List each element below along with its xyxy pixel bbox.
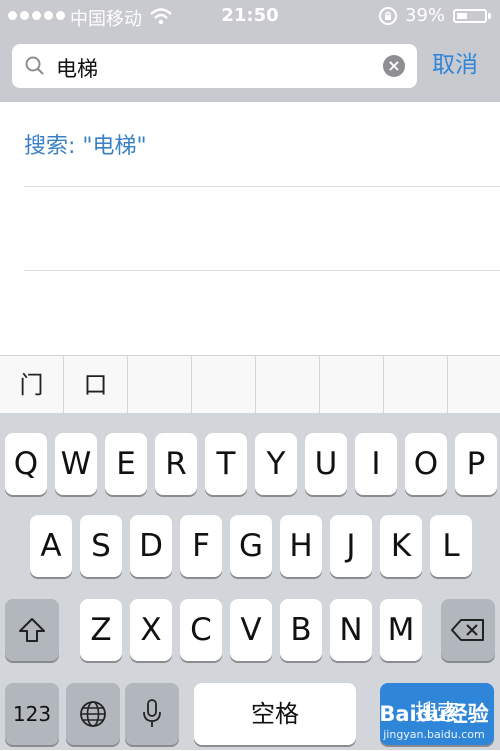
- key-k[interactable]: K: [380, 515, 422, 577]
- candidate-item[interactable]: 口: [64, 356, 128, 414]
- key-m[interactable]: M: [380, 599, 422, 661]
- key-s[interactable]: S: [80, 515, 122, 577]
- key-v[interactable]: V: [230, 599, 272, 661]
- rotation-lock-icon: [378, 6, 398, 31]
- key-a[interactable]: A: [30, 515, 72, 577]
- key-f[interactable]: F: [180, 515, 222, 577]
- key-p[interactable]: P: [455, 433, 497, 495]
- key-c[interactable]: C: [180, 599, 222, 661]
- candidate-slot: [128, 356, 192, 414]
- shift-icon: [19, 618, 45, 642]
- key-i[interactable]: I: [355, 433, 397, 495]
- key-z[interactable]: Z: [80, 599, 122, 661]
- backspace-icon: [451, 619, 484, 641]
- key-x[interactable]: X: [130, 599, 172, 661]
- space-key[interactable]: 空格: [194, 683, 356, 745]
- watermark: Baidu经验 jingyan.baidu.com: [379, 700, 489, 746]
- search-suggestion: 搜索: "电梯": [24, 134, 147, 159]
- search-bar: 电梯 × 取消: [0, 32, 500, 102]
- candidate-slot: [256, 356, 320, 414]
- key-w[interactable]: W: [55, 433, 97, 495]
- list-item[interactable]: 搜索: "电梯": [24, 102, 500, 187]
- key-t[interactable]: T: [205, 433, 247, 495]
- key-d[interactable]: D: [130, 515, 172, 577]
- clear-icon[interactable]: ×: [383, 55, 405, 77]
- key-h[interactable]: H: [280, 515, 322, 577]
- battery-fill: [457, 13, 467, 19]
- microphone-key[interactable]: [125, 683, 179, 745]
- numbers-key[interactable]: 123: [5, 683, 59, 745]
- candidate-item[interactable]: 门: [0, 356, 64, 414]
- candidate-slot: [384, 356, 448, 414]
- search-icon: [24, 55, 46, 81]
- globe-icon: [80, 701, 106, 727]
- status-bar: 中国移动 21:50 39%: [0, 0, 500, 32]
- battery-tip: [488, 13, 491, 19]
- key-q[interactable]: Q: [5, 433, 47, 495]
- key-j[interactable]: J: [330, 515, 372, 577]
- key-n[interactable]: N: [330, 599, 372, 661]
- search-query: 电梯: [56, 57, 98, 81]
- key-g[interactable]: G: [230, 515, 272, 577]
- battery-percent: 39%: [405, 5, 446, 26]
- key-l[interactable]: L: [430, 515, 472, 577]
- key-r[interactable]: R: [155, 433, 197, 495]
- shift-key[interactable]: [5, 599, 59, 661]
- candidate-slot: [320, 356, 384, 414]
- delete-key[interactable]: [441, 599, 495, 661]
- key-o[interactable]: O: [405, 433, 447, 495]
- candidate-slot: [192, 356, 256, 414]
- key-b[interactable]: B: [280, 599, 322, 661]
- key-u[interactable]: U: [305, 433, 347, 495]
- candidate-slot: [448, 356, 500, 414]
- watermark-url: jingyan.baidu.com: [383, 728, 485, 741]
- list-item: [24, 270, 500, 354]
- list-item: [24, 186, 500, 271]
- microphone-icon: [143, 699, 161, 727]
- globe-key[interactable]: [66, 683, 120, 745]
- cancel-button[interactable]: 取消: [432, 45, 478, 79]
- key-y[interactable]: Y: [255, 433, 297, 495]
- candidate-bar: 门 口: [0, 355, 500, 414]
- key-e[interactable]: E: [105, 433, 147, 495]
- search-results: 搜索: "电梯": [0, 102, 500, 355]
- watermark-logo: Baidu经验: [379, 702, 489, 726]
- search-input[interactable]: 电梯 ×: [12, 44, 417, 88]
- battery-icon: [453, 9, 487, 23]
